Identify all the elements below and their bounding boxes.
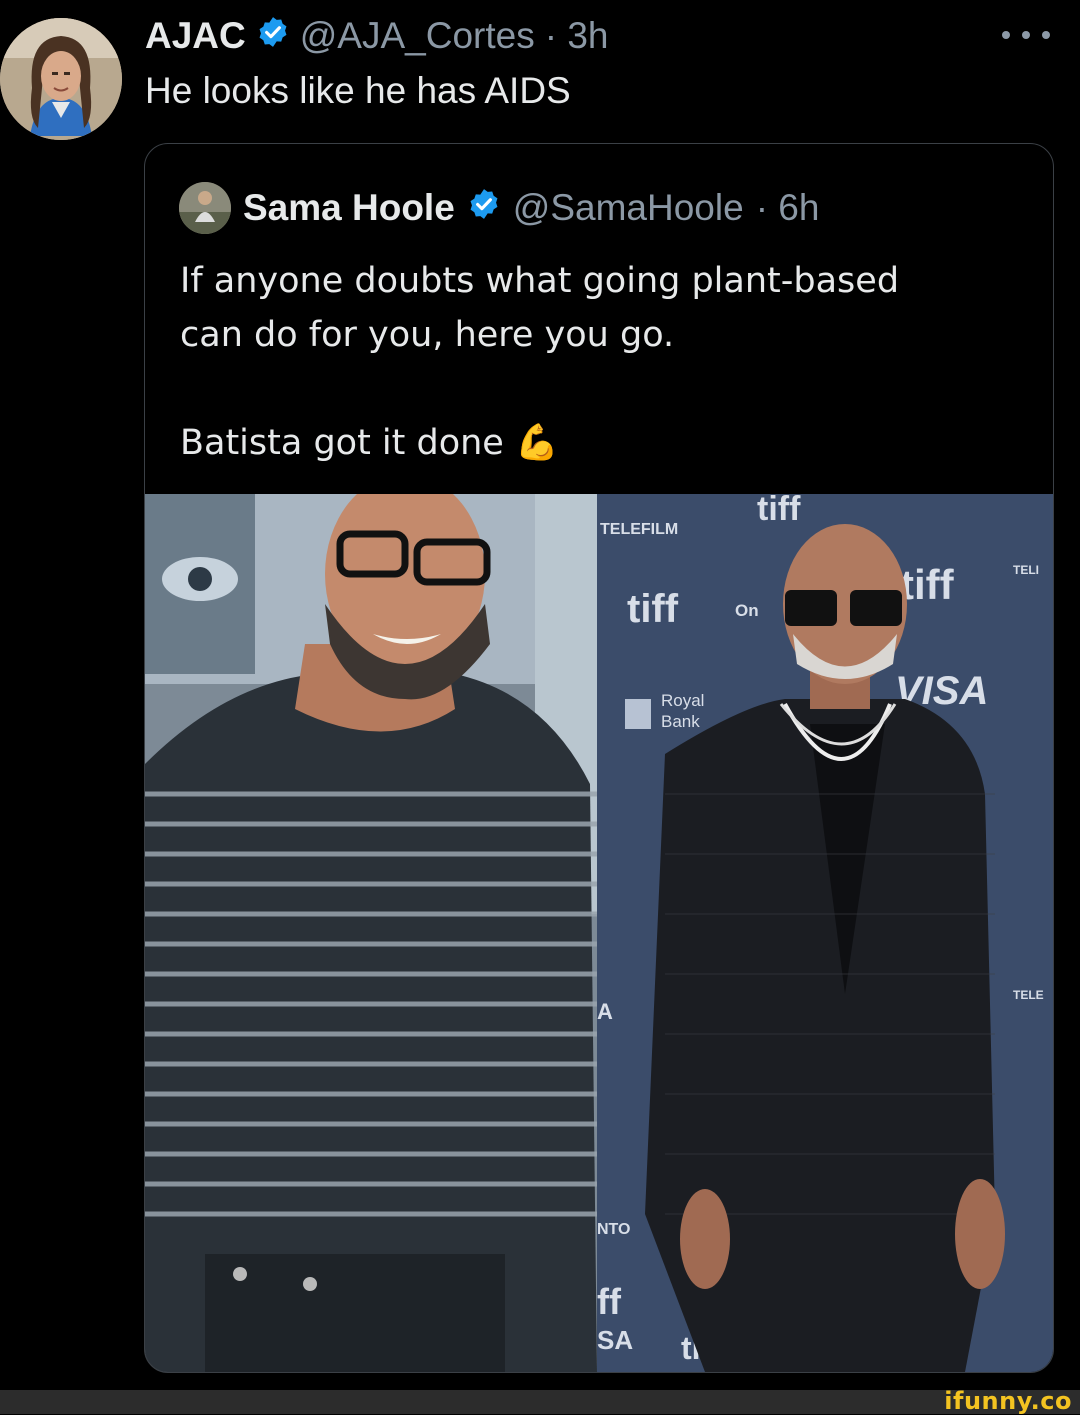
quoted-media-image[interactable]: TELEFILM tiff tiff tiff On Royal Bank VI…	[145, 474, 1053, 1372]
author-avatar[interactable]	[0, 18, 122, 140]
signage-text: TELE	[1013, 988, 1044, 1002]
tweet-time[interactable]: · 3h	[545, 15, 609, 57]
signage-text: A	[597, 999, 613, 1024]
signage-text: On	[735, 601, 759, 620]
quoted-author-avatar[interactable]	[179, 182, 231, 234]
signage-text: ff	[597, 1281, 622, 1322]
signage-text: tiff	[627, 587, 679, 631]
signage-text: NTO	[597, 1221, 630, 1238]
quoted-author-row: Sama Hoole @SamaHoole · 6h	[179, 180, 819, 236]
signage-text: tiff	[900, 561, 955, 608]
author-handle[interactable]: @AJA_Cortes	[300, 15, 535, 57]
quoted-tweet[interactable]: Sama Hoole @SamaHoole · 6h If anyone dou…	[144, 143, 1054, 1373]
quoted-text-line: can do for you, here you go.	[180, 315, 675, 355]
quoted-text-line: Batista got it done 💪	[180, 423, 559, 463]
flexed-biceps-emoji: 💪	[514, 423, 559, 463]
quoted-text-line: If anyone doubts what going plant-based	[180, 261, 900, 301]
quoted-author-handle[interactable]: @SamaHoole	[513, 187, 744, 229]
verified-badge-icon	[256, 15, 290, 58]
signage-text: Bank	[661, 712, 700, 731]
verified-badge-icon	[467, 187, 501, 230]
signage-text: TELI	[1013, 563, 1039, 577]
author-row: AJAC @AJA_Cortes · 3h	[145, 14, 609, 58]
footer-bar	[0, 1390, 1080, 1414]
tweet-text: He looks like he has AIDS	[145, 70, 571, 111]
quoted-tweet-time[interactable]: · 6h	[756, 187, 820, 229]
quoted-tweet-text: If anyone doubts what going plant-based …	[180, 254, 1020, 470]
quoted-author-name[interactable]: Sama Hoole	[243, 187, 455, 229]
more-options-icon[interactable]	[1002, 20, 1050, 50]
signage-text: tiff	[757, 494, 801, 528]
signage-text: SA	[597, 1325, 633, 1355]
signage-text: TELEFILM	[600, 521, 678, 538]
author-name[interactable]: AJAC	[145, 15, 246, 57]
signage-text: Royal	[661, 691, 704, 710]
watermark: ifunny.co	[944, 1387, 1072, 1415]
